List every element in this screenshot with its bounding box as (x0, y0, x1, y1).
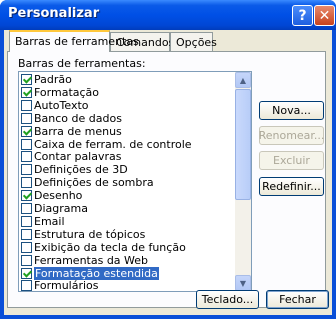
dialog-body: Barras de ferramentas Comandos Opções Ba… (4, 30, 332, 315)
tab-label: Barras de ferramentas (15, 35, 139, 48)
toolbar-item-label: Barra de menus (34, 124, 122, 138)
toolbar-list-item[interactable]: Formatação (20, 86, 234, 99)
toolbar-checkbox[interactable] (21, 203, 32, 214)
help-icon: ? (298, 7, 307, 24)
toolbar-list-item[interactable]: Banco de dados (20, 112, 234, 125)
delete-button[interactable]: Excluir (259, 151, 324, 170)
tab-options[interactable]: Opções (170, 32, 217, 51)
toolbar-checkbox[interactable] (21, 138, 32, 150)
reset-button[interactable]: Redefinir... (259, 177, 324, 196)
toolbar-item-label: Caixa de ferram. de controle (34, 137, 192, 151)
tab-panel: Barras de ferramentas: ▲ ▼ Padrão Formata… (7, 51, 326, 308)
toolbar-item-label: Padrão (34, 73, 72, 86)
toolbar-checkbox[interactable] (21, 151, 32, 163)
toolbar-checkbox[interactable] (21, 112, 32, 124)
toolbars-list[interactable]: ▲ ▼ Padrão Formatação AutoTexto Banco de da… (18, 71, 252, 292)
toolbar-item-label: Ferramentas da Web (34, 253, 149, 267)
keyboard-button[interactable]: Teclado... (196, 290, 259, 309)
window-title: Personalizar (8, 6, 100, 21)
toolbar-checkbox[interactable] (21, 241, 32, 253)
toolbar-list-item[interactable]: Estrutura de tópicos (20, 228, 234, 241)
toolbar-checkbox[interactable] (21, 177, 32, 189)
toolbar-item-label: Definições de sombra (34, 176, 154, 190)
toolbar-checkbox[interactable] (21, 280, 32, 291)
toolbar-list-item[interactable]: Ferramentas da Web (20, 254, 234, 267)
toolbar-list-item[interactable]: Barra de menus (20, 125, 234, 138)
title-bar[interactable]: Personalizar ? ✕ (0, 0, 336, 30)
toolbar-list-item[interactable]: Email (20, 215, 234, 228)
toolbar-item-label: Estrutura de tópicos (34, 227, 146, 241)
toolbar-list-item[interactable]: Formatação estendida (20, 265, 234, 281)
scroll-thumb[interactable] (235, 89, 251, 200)
toolbar-checkbox[interactable] (21, 267, 32, 279)
toolbar-list-item[interactable]: Exibição da tecla de função (20, 241, 234, 254)
tab-label: Opções (176, 36, 217, 49)
toolbar-list-item[interactable]: Definições de 3D (20, 163, 234, 176)
customize-dialog: Personalizar ? ✕ Barras de ferramentas C… (0, 0, 336, 319)
toolbar-checkbox[interactable] (21, 99, 32, 111)
new-toolbar-button[interactable]: Nova... (259, 101, 324, 120)
toolbar-checkbox[interactable] (21, 74, 32, 85)
toolbar-checkbox[interactable] (21, 190, 32, 202)
toolbar-item-label: Contar palavras (34, 150, 122, 164)
toolbar-list-item[interactable]: Caixa de ferram. de controle (20, 138, 234, 151)
toolbar-item-label: Diagrama (34, 202, 88, 215)
toolbar-item-label: Formulários (34, 279, 99, 292)
close-window-button[interactable]: ✕ (314, 5, 335, 26)
toolbars-list-label: Barras de ferramentas: (18, 57, 146, 70)
scroll-down-arrow-icon[interactable]: ▼ (235, 275, 251, 291)
toolbar-item-label: Definições de 3D (34, 163, 128, 177)
tab-toolbars[interactable]: Barras de ferramentas (9, 30, 139, 52)
toolbar-checkbox[interactable] (21, 215, 32, 227)
toolbar-checkbox[interactable] (21, 125, 32, 137)
toolbar-item-label: Formatação estendida (33, 265, 160, 281)
close-button[interactable]: Fechar (266, 290, 329, 309)
toolbar-checkbox[interactable] (21, 164, 32, 176)
toolbar-item-label: Desenho (34, 189, 83, 203)
toolbar-item-label: Banco de dados (34, 111, 122, 125)
toolbar-checkbox[interactable] (21, 86, 32, 98)
list-scrollbar[interactable]: ▲ ▼ (235, 72, 251, 291)
toolbar-checkbox[interactable] (21, 254, 32, 266)
toolbar-list-item[interactable]: Definições de sombra (20, 176, 234, 189)
rename-button[interactable]: Renomear... (259, 126, 324, 145)
toolbar-item-label: Email (34, 214, 65, 228)
scroll-up-arrow-icon[interactable]: ▲ (235, 72, 251, 88)
toolbar-list-item[interactable]: Padrão (20, 73, 234, 86)
toolbar-checkbox[interactable] (21, 228, 32, 240)
toolbar-list-item[interactable]: Contar palavras (20, 150, 234, 163)
help-button[interactable]: ? (292, 5, 313, 26)
toolbar-list-item[interactable]: Desenho (20, 189, 234, 202)
toolbar-item-label: AutoTexto (34, 98, 89, 112)
toolbar-list-item[interactable]: AutoTexto (20, 99, 234, 112)
close-icon: ✕ (318, 7, 331, 24)
toolbar-item-label: Exibição da tecla de função (34, 240, 186, 254)
toolbar-item-label: Formatação (34, 85, 100, 99)
toolbar-list-item[interactable]: Diagrama (20, 202, 234, 215)
